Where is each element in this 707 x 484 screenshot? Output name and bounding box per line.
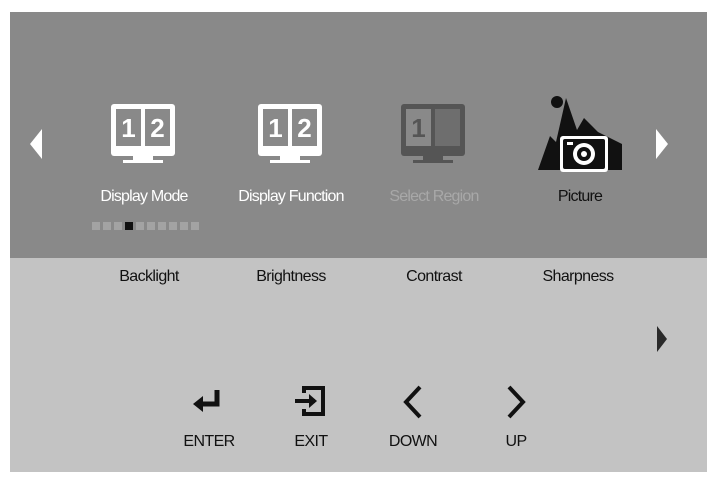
page-indicator bbox=[92, 222, 199, 230]
page-dot bbox=[114, 222, 122, 230]
setting-brightness[interactable]: Brightness bbox=[231, 268, 351, 286]
page-dot bbox=[147, 222, 155, 230]
enter-button[interactable]: ENTER bbox=[174, 384, 244, 452]
menu-item-label: Picture bbox=[557, 188, 603, 205]
setting-backlight[interactable]: Backlight bbox=[89, 268, 209, 286]
split-screen-icon: 1 2 bbox=[258, 104, 322, 163]
page-dot bbox=[169, 222, 177, 230]
exit-button[interactable]: EXIT bbox=[276, 384, 346, 452]
svg-text:1: 1 bbox=[268, 113, 282, 143]
up-button[interactable]: UP bbox=[481, 384, 551, 452]
control-label: ENTER bbox=[183, 433, 235, 450]
chevron-left-icon bbox=[403, 385, 422, 419]
chevron-right-icon bbox=[507, 385, 526, 419]
menu-item-display-function[interactable]: 1 2 Display Function bbox=[221, 92, 361, 212]
settings-panel bbox=[10, 258, 707, 472]
page-dot-active bbox=[125, 222, 133, 230]
enter-icon bbox=[193, 390, 220, 412]
settings-right-arrow-icon[interactable] bbox=[657, 326, 667, 352]
page-dot bbox=[92, 222, 100, 230]
select-region-icon: 1 bbox=[401, 104, 465, 163]
down-button[interactable]: DOWN bbox=[378, 384, 448, 452]
picture-icon bbox=[538, 96, 622, 172]
menu-right-arrow-icon[interactable] bbox=[656, 129, 668, 159]
setting-sharpness[interactable]: Sharpness bbox=[518, 268, 638, 286]
control-label: UP bbox=[505, 433, 527, 450]
menu-item-picture[interactable]: Picture bbox=[510, 92, 650, 212]
control-label: DOWN bbox=[388, 433, 438, 450]
page-dot bbox=[158, 222, 166, 230]
osd-menu bbox=[10, 12, 707, 472]
menu-item-label: Display Mode bbox=[100, 188, 188, 205]
svg-text:1: 1 bbox=[121, 113, 135, 143]
menu-left-arrow-icon[interactable] bbox=[30, 129, 42, 159]
svg-text:2: 2 bbox=[150, 113, 164, 143]
page-dot bbox=[103, 222, 111, 230]
page-dot bbox=[136, 222, 144, 230]
page-dot bbox=[191, 222, 199, 230]
page-dot bbox=[180, 222, 188, 230]
menu-item-label: Display Function bbox=[238, 188, 344, 205]
menu-item-select-region: 1 Select Region bbox=[364, 92, 504, 212]
setting-contrast[interactable]: Contrast bbox=[374, 268, 494, 286]
svg-text:2: 2 bbox=[297, 113, 311, 143]
menu-item-display-mode[interactable]: 1 2 Display Mode bbox=[74, 92, 214, 212]
svg-text:1: 1 bbox=[411, 113, 425, 143]
split-screen-icon: 1 2 bbox=[111, 104, 175, 163]
menu-item-label: Select Region bbox=[389, 188, 479, 205]
control-label: EXIT bbox=[294, 433, 328, 450]
exit-icon bbox=[295, 386, 325, 416]
